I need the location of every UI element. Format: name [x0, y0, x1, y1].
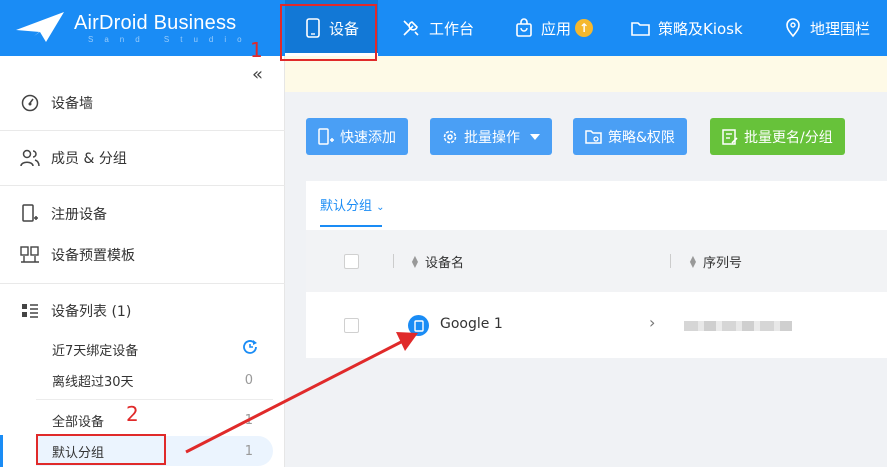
annotation-arrow: [185, 332, 418, 454]
